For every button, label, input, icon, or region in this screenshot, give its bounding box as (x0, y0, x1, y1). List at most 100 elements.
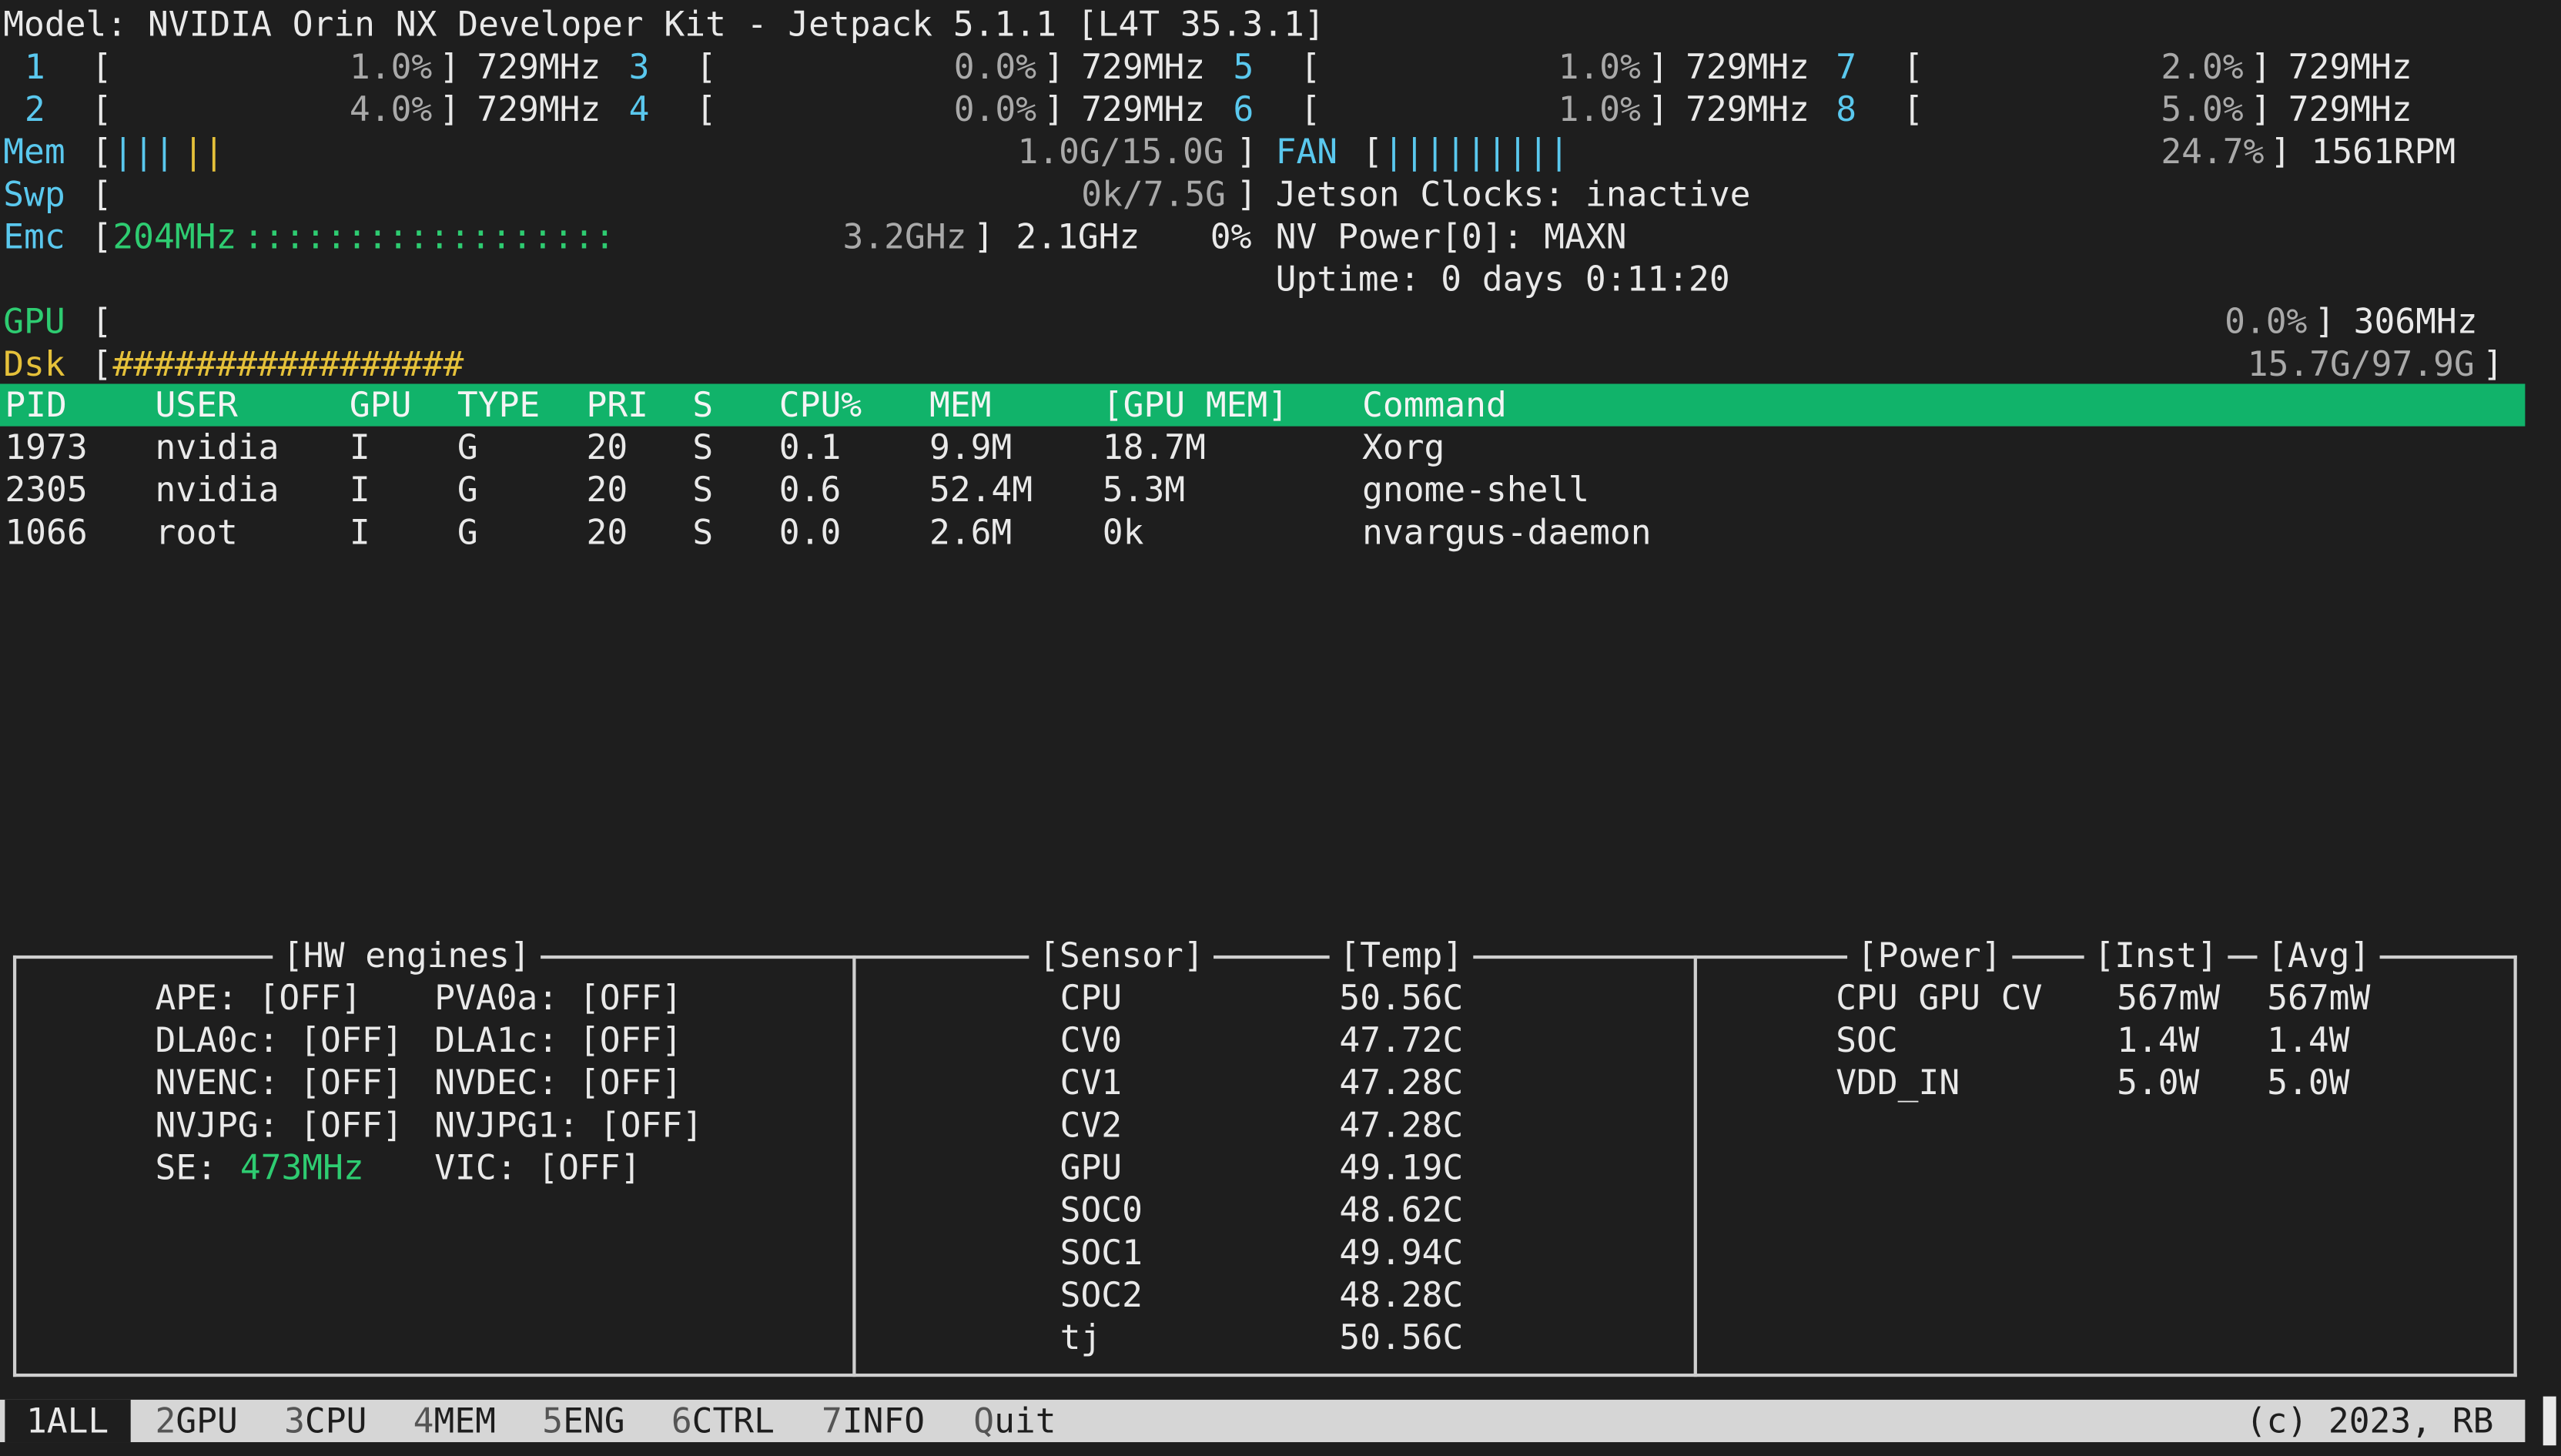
power-rail-avg: 567mW (2267, 978, 2371, 1018)
sensor-temp: 47.28C (1339, 1106, 1464, 1145)
process-cpu: 0.1 (778, 427, 842, 467)
col-pri-header[interactable]: PRI (587, 383, 648, 426)
col-state-header[interactable]: S (692, 383, 713, 426)
tab-eng[interactable]: 5ENG (542, 1400, 624, 1442)
sensor-name: SOC2 (1060, 1275, 1143, 1315)
process-cpu: 0.6 (778, 470, 842, 510)
cpu-4-freq: 729MHz (1081, 89, 1206, 129)
swp-bracket-close: ] (1236, 174, 1257, 214)
cpu-5-freq: 729MHz (1686, 47, 1809, 87)
cpu-4-bracket-open: [ (695, 89, 717, 129)
process-user: nvidia (155, 470, 280, 510)
dsk-label: Dsk (3, 344, 65, 384)
tab-cpu-key: 3 (284, 1401, 305, 1441)
quit-key: Q (973, 1401, 995, 1441)
temp-title: [Temp] (1329, 934, 1474, 977)
tab-info[interactable]: 7INFO (822, 1400, 925, 1442)
process-command: nvargus-daemon (1362, 513, 1652, 552)
dsk-bars: ################# (112, 344, 464, 384)
cpu-5-bracket-open: [ (1300, 47, 1321, 87)
process-mem: 2.6M (929, 513, 1013, 552)
tab-eng-key: 5 (542, 1401, 564, 1441)
gpu-bracket-open: [ (91, 302, 112, 342)
process-cpu: 0.0 (778, 513, 842, 552)
cpu-2-freq: 729MHz (477, 89, 601, 129)
tab-mem-key: 4 (413, 1401, 434, 1441)
tab-all[interactable]: 1ALL (5, 1399, 130, 1443)
process-type: G (457, 470, 478, 510)
emc-bracket-open: [ (91, 217, 112, 257)
emc-max: 3.2GHz (842, 217, 967, 257)
cpu-3-id: 3 (628, 47, 650, 87)
cpu-2-pct: 4.0% (349, 89, 433, 129)
emc-cur: 2.1GHz (1016, 217, 1140, 257)
power-rail-avg: 1.4W (2267, 1020, 2350, 1060)
col-user-header[interactable]: USER (156, 383, 238, 426)
sensor-name: GPU (1060, 1148, 1123, 1188)
engine-nvjpg1: NVJPG1: [OFF] (434, 1106, 703, 1145)
tab-ctrl[interactable]: 6CTRL (671, 1400, 775, 1442)
col-command-header[interactable]: Command (1362, 383, 1507, 426)
dsk-bracket-open: [ (91, 344, 112, 384)
sensor-temp: 50.56C (1339, 978, 1464, 1018)
cpu-3-bracket-close: ] (1043, 47, 1065, 87)
fan-rpm: 1561RPM (2311, 132, 2456, 172)
hw-engines-title: [HW engines] (273, 934, 541, 977)
uptime: Uptime: 0 days 0:11:20 (1275, 259, 1730, 300)
tab-cpu-label: CPU (304, 1401, 367, 1441)
engine-vic: VIC: [OFF] (434, 1148, 641, 1188)
sensor-name: CPU (1060, 978, 1123, 1018)
col-mem-header[interactable]: MEM (929, 383, 991, 426)
quit-button[interactable]: Quit (973, 1400, 1056, 1442)
sensor-name: SOC1 (1060, 1233, 1143, 1273)
emc-dots: :::::::::::::::::: (243, 217, 615, 257)
cpu-1-freq: 729MHz (477, 47, 601, 87)
cpu-7-bracket-open: [ (1903, 47, 1924, 87)
fan-bracket-close: ] (2270, 132, 2292, 172)
cpu-6-freq: 729MHz (1686, 89, 1809, 129)
cpu-4-id: 4 (628, 89, 650, 129)
sensor-temp: 50.56C (1339, 1317, 1464, 1357)
swp-value: 0k/7.5G (1081, 174, 1226, 214)
sensor-name: tj (1060, 1317, 1102, 1357)
process-command: gnome-shell (1362, 470, 1590, 510)
cpu-1-bracket-open: [ (91, 47, 112, 87)
tab-gpu[interactable]: 2GPU (156, 1400, 238, 1442)
fan-pct: 24.7% (2161, 132, 2265, 172)
process-pri: 20 (586, 513, 628, 552)
process-type: G (457, 513, 478, 552)
mem-bars-used: ||| (112, 132, 175, 172)
sensor-name: SOC0 (1060, 1190, 1143, 1230)
col-gpu-mem-header[interactable]: [GPU MEM] (1103, 383, 1288, 426)
sensor-temp: 49.94C (1339, 1233, 1464, 1273)
col-gpu-header[interactable]: GPU (350, 383, 411, 426)
col-pid-header[interactable]: PID (5, 383, 66, 426)
process-state: S (692, 470, 714, 510)
panel-divider-2 (1693, 955, 1697, 1377)
power-rail-avg: 5.0W (2267, 1063, 2350, 1103)
sensor-title: [Sensor] (1029, 934, 1214, 977)
model-line: Model: NVIDIA Orin NX Developer Kit - Je… (3, 5, 1325, 45)
process-pid: 1973 (5, 427, 88, 467)
panel-divider-1 (852, 955, 856, 1377)
process-pri: 20 (586, 470, 628, 510)
copyright: (c) 2023, RB (2245, 1401, 2494, 1441)
process-gpu: I (349, 513, 370, 552)
tab-cpu[interactable]: 3CPU (284, 1400, 367, 1442)
cpu-3-freq: 729MHz (1081, 47, 1206, 87)
sensor-temp: 48.62C (1339, 1190, 1464, 1230)
cpu-8-bracket-close: ] (2251, 89, 2271, 129)
engine-nvjpg: NVJPG: [OFF] (155, 1106, 403, 1145)
engine-ape: APE: [OFF] (155, 978, 362, 1018)
tab-mem[interactable]: 4MEM (413, 1400, 496, 1442)
nv-power-mode: NV Power[0]: MAXN (1275, 217, 1627, 257)
quit-label: uit (994, 1401, 1056, 1441)
gpu-label: GPU (3, 302, 65, 342)
process-gpu-mem: 18.7M (1102, 427, 1206, 467)
process-mem: 9.9M (929, 427, 1013, 467)
gpu-pct: 0.0% (2225, 302, 2308, 342)
col-cpu-header[interactable]: CPU% (779, 383, 862, 426)
col-type-header[interactable]: TYPE (457, 383, 540, 426)
cpu-8-bracket-open: [ (1903, 89, 1924, 129)
process-gpu: I (349, 427, 370, 467)
